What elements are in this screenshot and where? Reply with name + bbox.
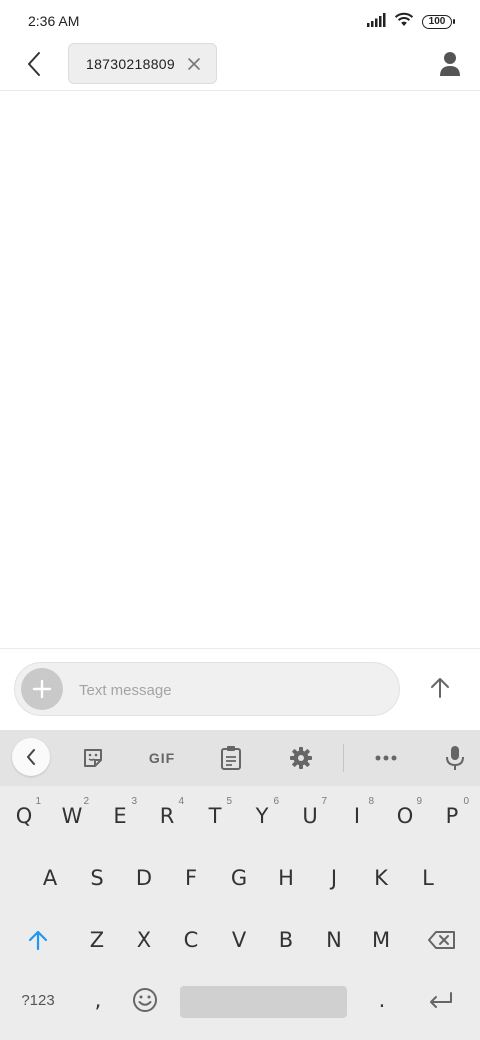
key-f[interactable]: F bbox=[170, 850, 212, 906]
attach-button[interactable] bbox=[21, 668, 63, 710]
key-o[interactable]: O9 bbox=[384, 788, 426, 844]
key-x[interactable]: X bbox=[123, 912, 165, 968]
key-t[interactable]: T5 bbox=[194, 788, 236, 844]
message-input[interactable] bbox=[79, 677, 379, 703]
key-c[interactable]: C bbox=[170, 912, 212, 968]
keyboard-toolbar: GIF bbox=[0, 730, 480, 786]
key-z[interactable]: Z bbox=[76, 912, 118, 968]
person-icon bbox=[440, 52, 460, 76]
toolbar-divider bbox=[343, 744, 344, 772]
key-j[interactable]: J bbox=[313, 850, 355, 906]
key-s[interactable]: S bbox=[76, 850, 118, 906]
status-time: 2:36 AM bbox=[28, 13, 80, 29]
comma-key[interactable]: , bbox=[78, 972, 118, 1028]
contact-button[interactable] bbox=[434, 48, 466, 80]
sticker-button[interactable] bbox=[74, 740, 112, 776]
key-m[interactable]: M bbox=[360, 912, 402, 968]
key-e[interactable]: E3 bbox=[99, 788, 141, 844]
key-u[interactable]: U7 bbox=[289, 788, 331, 844]
sticker-icon bbox=[84, 749, 102, 767]
backspace-key[interactable] bbox=[416, 912, 468, 968]
gif-button[interactable]: GIF bbox=[141, 740, 183, 776]
status-bar: 2:36 AM 100 bbox=[0, 0, 480, 42]
arrow-up-icon bbox=[431, 678, 449, 698]
back-button[interactable] bbox=[18, 48, 50, 80]
clipboard-icon bbox=[221, 746, 241, 770]
enter-icon bbox=[430, 992, 452, 1008]
close-icon bbox=[188, 58, 200, 70]
voice-input-button[interactable] bbox=[436, 740, 474, 776]
key-d[interactable]: D bbox=[123, 850, 165, 906]
space-key[interactable] bbox=[180, 986, 347, 1018]
enter-key[interactable] bbox=[414, 972, 468, 1028]
key-q[interactable]: Q1 bbox=[3, 788, 45, 844]
keyboard: GIF Q 1 W 2 E 3 R 4 T 5 Y 6 U 7 I 8 O 9 … bbox=[0, 730, 480, 1040]
shift-key[interactable] bbox=[12, 912, 64, 968]
period-key[interactable]: . bbox=[362, 972, 402, 1028]
status-icons: 100 bbox=[367, 12, 455, 32]
key-r[interactable]: R4 bbox=[146, 788, 188, 844]
symbols-key[interactable]: ?123 bbox=[6, 972, 70, 1028]
wifi-icon bbox=[394, 12, 414, 32]
shift-arrow-icon bbox=[28, 930, 48, 951]
compose-divider bbox=[0, 648, 480, 649]
microphone-icon bbox=[446, 746, 464, 770]
recipient-number: 18730218809 bbox=[86, 55, 175, 72]
conversation-header: 18730218809 bbox=[0, 42, 480, 90]
more-button[interactable] bbox=[367, 740, 405, 776]
compose-box bbox=[14, 662, 400, 716]
key-b[interactable]: B bbox=[265, 912, 307, 968]
signal-bars-icon bbox=[367, 12, 386, 32]
backspace-icon bbox=[428, 931, 455, 949]
key-v[interactable]: V bbox=[218, 912, 260, 968]
key-g[interactable]: G bbox=[218, 850, 260, 906]
conversation-area bbox=[0, 91, 480, 648]
remove-recipient-button[interactable] bbox=[186, 56, 202, 72]
key-a[interactable]: A bbox=[29, 850, 71, 906]
key-w[interactable]: W2 bbox=[51, 788, 93, 844]
key-p[interactable]: P0 bbox=[431, 788, 473, 844]
gear-icon bbox=[290, 747, 312, 769]
more-horizontal-icon bbox=[375, 755, 397, 761]
key-n[interactable]: N bbox=[313, 912, 355, 968]
key-y[interactable]: Y6 bbox=[241, 788, 283, 844]
battery-icon: 100 bbox=[422, 15, 455, 29]
clipboard-button[interactable] bbox=[212, 740, 250, 776]
chevron-left-icon bbox=[28, 52, 40, 76]
settings-button[interactable] bbox=[282, 740, 320, 776]
smiley-icon bbox=[133, 988, 157, 1012]
emoji-key[interactable] bbox=[124, 972, 166, 1028]
recipient-chip[interactable]: 18730218809 bbox=[68, 43, 217, 84]
send-button[interactable] bbox=[420, 668, 460, 708]
key-i[interactable]: I8 bbox=[336, 788, 378, 844]
key-h[interactable]: H bbox=[265, 850, 307, 906]
key-k[interactable]: K bbox=[360, 850, 402, 906]
collapse-toolbar-button[interactable] bbox=[12, 738, 50, 776]
key-l[interactable]: L bbox=[407, 850, 449, 906]
chevron-left-icon bbox=[27, 749, 35, 765]
plus-icon bbox=[32, 679, 52, 699]
